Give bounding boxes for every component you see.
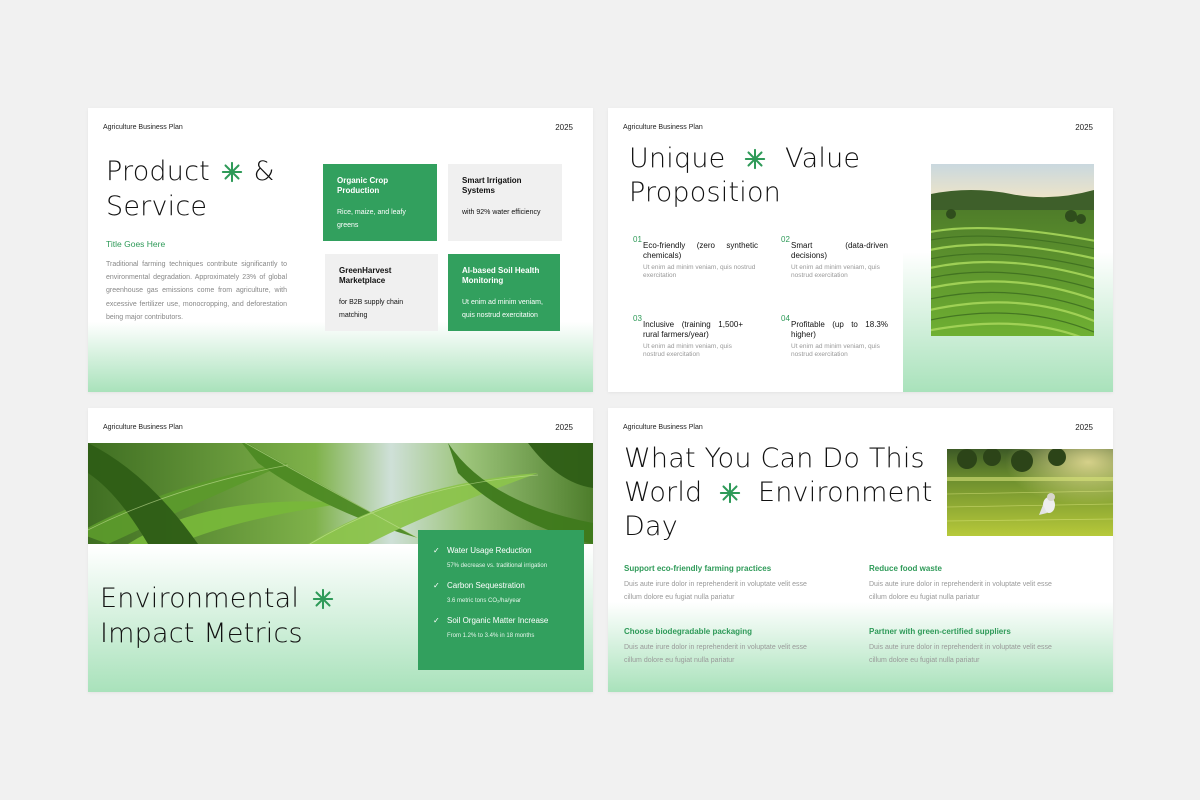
slide-environment-day[interactable]: Agriculture Business Plan 2025 What You … — [608, 408, 1113, 692]
asterisk-star-icon — [719, 476, 741, 510]
tip-title: Partner with green-certified suppliers — [869, 627, 1011, 636]
item-desc: Ut enim ad minim veniam, quis nostrud ex… — [643, 342, 732, 359]
item-number: 03 — [633, 314, 642, 323]
metrics-panel: ✓ Water Usage Reduction 57% decrease vs.… — [418, 530, 584, 670]
tip-title: Support eco-friendly farming practices — [624, 564, 772, 573]
slide-title: What You Can Do This World Environment D… — [624, 442, 933, 544]
item-desc: Ut enim ad minim veniam, quis nostrud ex… — [643, 263, 756, 280]
year-label: 2025 — [1075, 423, 1093, 432]
asterisk-star-icon — [312, 581, 334, 616]
title-word: Environmental — [100, 583, 300, 614]
year-label: 2025 — [555, 423, 573, 432]
title-word: Unique — [629, 143, 726, 174]
title-word: Service — [106, 191, 208, 222]
metric-title: Water Usage Reduction — [447, 546, 532, 555]
tip-title: Choose biodegradable packaging — [624, 627, 753, 636]
title-word: Value — [785, 143, 861, 174]
brand-label: Agriculture Business Plan — [623, 124, 703, 131]
title-word: Environment — [757, 477, 933, 508]
title-word: Impact Metrics — [100, 618, 303, 649]
item-number: 02 — [781, 235, 790, 244]
farmer-field-photo — [947, 449, 1113, 536]
value-item: 04 Profitable (up to 18.3% higher) Ut en… — [781, 314, 888, 360]
item-desc: Ut enim ad minim veniam, quis nostrud ex… — [791, 263, 880, 280]
item-desc: Ut enim ad minim veniam, quis nostrud ex… — [791, 342, 880, 359]
value-item: 01 Eco-friendly (zero synthetic chemical… — [633, 235, 758, 281]
tip-desc: Duis aute irure dolor in reprehenderit i… — [624, 644, 807, 664]
tip-item: Reduce food waste Duis aute irure dolor … — [869, 564, 1069, 604]
card-desc: Ut enim ad minim veniam, quis nostrud ex… — [462, 299, 543, 320]
item-title: Profitable (up to 18.3% higher) — [791, 320, 888, 340]
metric-title: Soil Organic Matter Increase — [447, 616, 549, 625]
tip-title: Reduce food waste — [869, 564, 942, 573]
title-word: World — [624, 477, 703, 508]
metric-desc: From 1.2% to 3.4% in 18 months — [447, 633, 535, 639]
item-title: Inclusive (training 1,500+ rural farmers… — [643, 320, 743, 340]
section-subtitle: Title Goes Here — [106, 239, 166, 249]
asterisk-star-icon — [744, 142, 766, 176]
slide-unique-value[interactable]: Agriculture Business Plan 2025 Unique Va… — [608, 108, 1113, 392]
asterisk-star-icon — [221, 154, 243, 189]
tip-desc: Duis aute irure dolor in reprehenderit i… — [869, 644, 1052, 664]
card-desc: with 92% water efficiency — [462, 209, 541, 216]
value-item: 03 Inclusive (training 1,500+ rural farm… — [633, 314, 743, 360]
metric-title: Carbon Sequestration — [447, 581, 525, 590]
brand-label: Agriculture Business Plan — [103, 424, 183, 431]
item-number: 01 — [633, 235, 642, 244]
card-organic-crop[interactable]: Organic Crop Production Rice, maize, and… — [323, 164, 437, 241]
tip-item: Choose biodegradable packaging Duis aute… — [624, 627, 824, 667]
metric-item: ✓ Soil Organic Matter Increase From 1.2%… — [433, 616, 570, 639]
title-word: Day — [624, 511, 678, 542]
year-label: 2025 — [555, 123, 573, 132]
card-title: Smart Irrigation Systems — [462, 176, 522, 195]
corn-leaves-photo — [88, 443, 593, 544]
year-label: 2025 — [1075, 123, 1093, 132]
tip-item: Partner with green-certified suppliers D… — [869, 627, 1069, 667]
brand-label: Agriculture Business Plan — [103, 124, 183, 131]
card-desc: Rice, maize, and leafy greens — [337, 209, 406, 230]
tip-item: Support eco-friendly farming practices D… — [624, 564, 824, 604]
title-word: Product — [106, 156, 210, 187]
check-icon: ✓ — [433, 546, 440, 555]
slide-title: Unique Value Proposition — [629, 142, 860, 210]
bottom-gradient — [88, 322, 593, 392]
card-title: GreenHarvest Marketplace — [339, 266, 392, 285]
item-number: 04 — [781, 314, 790, 323]
slide-environmental-impact[interactable]: Agriculture Business Plan 2025 Environme… — [88, 408, 593, 692]
item-title: Eco-friendly (zero synthetic chemicals) — [643, 241, 758, 261]
card-greenharvest[interactable]: GreenHarvest Marketplace for B2B supply … — [325, 254, 438, 331]
metric-item: ✓ Water Usage Reduction 57% decrease vs.… — [433, 546, 570, 569]
slide-product-service[interactable]: Agriculture Business Plan 2025 Product &… — [88, 108, 593, 392]
slide-title: Product & Service — [106, 154, 275, 224]
title-word: Proposition — [629, 177, 781, 208]
card-title: AI-based Soil Health Monitoring — [462, 266, 540, 285]
value-item: 02 Smart (data-driven decisions) Ut enim… — [781, 235, 888, 281]
metric-desc: 57% decrease vs. traditional irrigation — [447, 563, 548, 569]
title-ampersand: & — [253, 156, 275, 187]
check-icon: ✓ — [433, 581, 440, 590]
metric-item: ✓ Carbon Sequestration 3.6 metric tons C… — [433, 581, 570, 604]
card-ai-soil[interactable]: AI-based Soil Health Monitoring Ut enim … — [448, 254, 560, 331]
tip-desc: Duis aute irure dolor in reprehenderit i… — [624, 581, 807, 601]
card-smart-irrigation[interactable]: Smart Irrigation Systems with 92% water … — [448, 164, 562, 241]
card-title: Organic Crop Production — [337, 176, 389, 195]
item-title: Smart (data-driven decisions) — [791, 241, 888, 261]
slide-title: Environmental Impact Metrics — [100, 581, 334, 651]
title-word: What You Can Do This — [624, 443, 925, 474]
body-paragraph: Traditional farming techniques contribut… — [106, 261, 287, 321]
brand-label: Agriculture Business Plan — [623, 424, 703, 431]
metric-desc: 3.6 metric tons CO₂/ha/year — [447, 598, 522, 604]
card-desc: for B2B supply chain matching — [339, 299, 404, 320]
check-icon: ✓ — [433, 616, 440, 625]
rice-terrace-photo — [931, 164, 1094, 336]
tip-desc: Duis aute irure dolor in reprehenderit i… — [869, 581, 1052, 601]
